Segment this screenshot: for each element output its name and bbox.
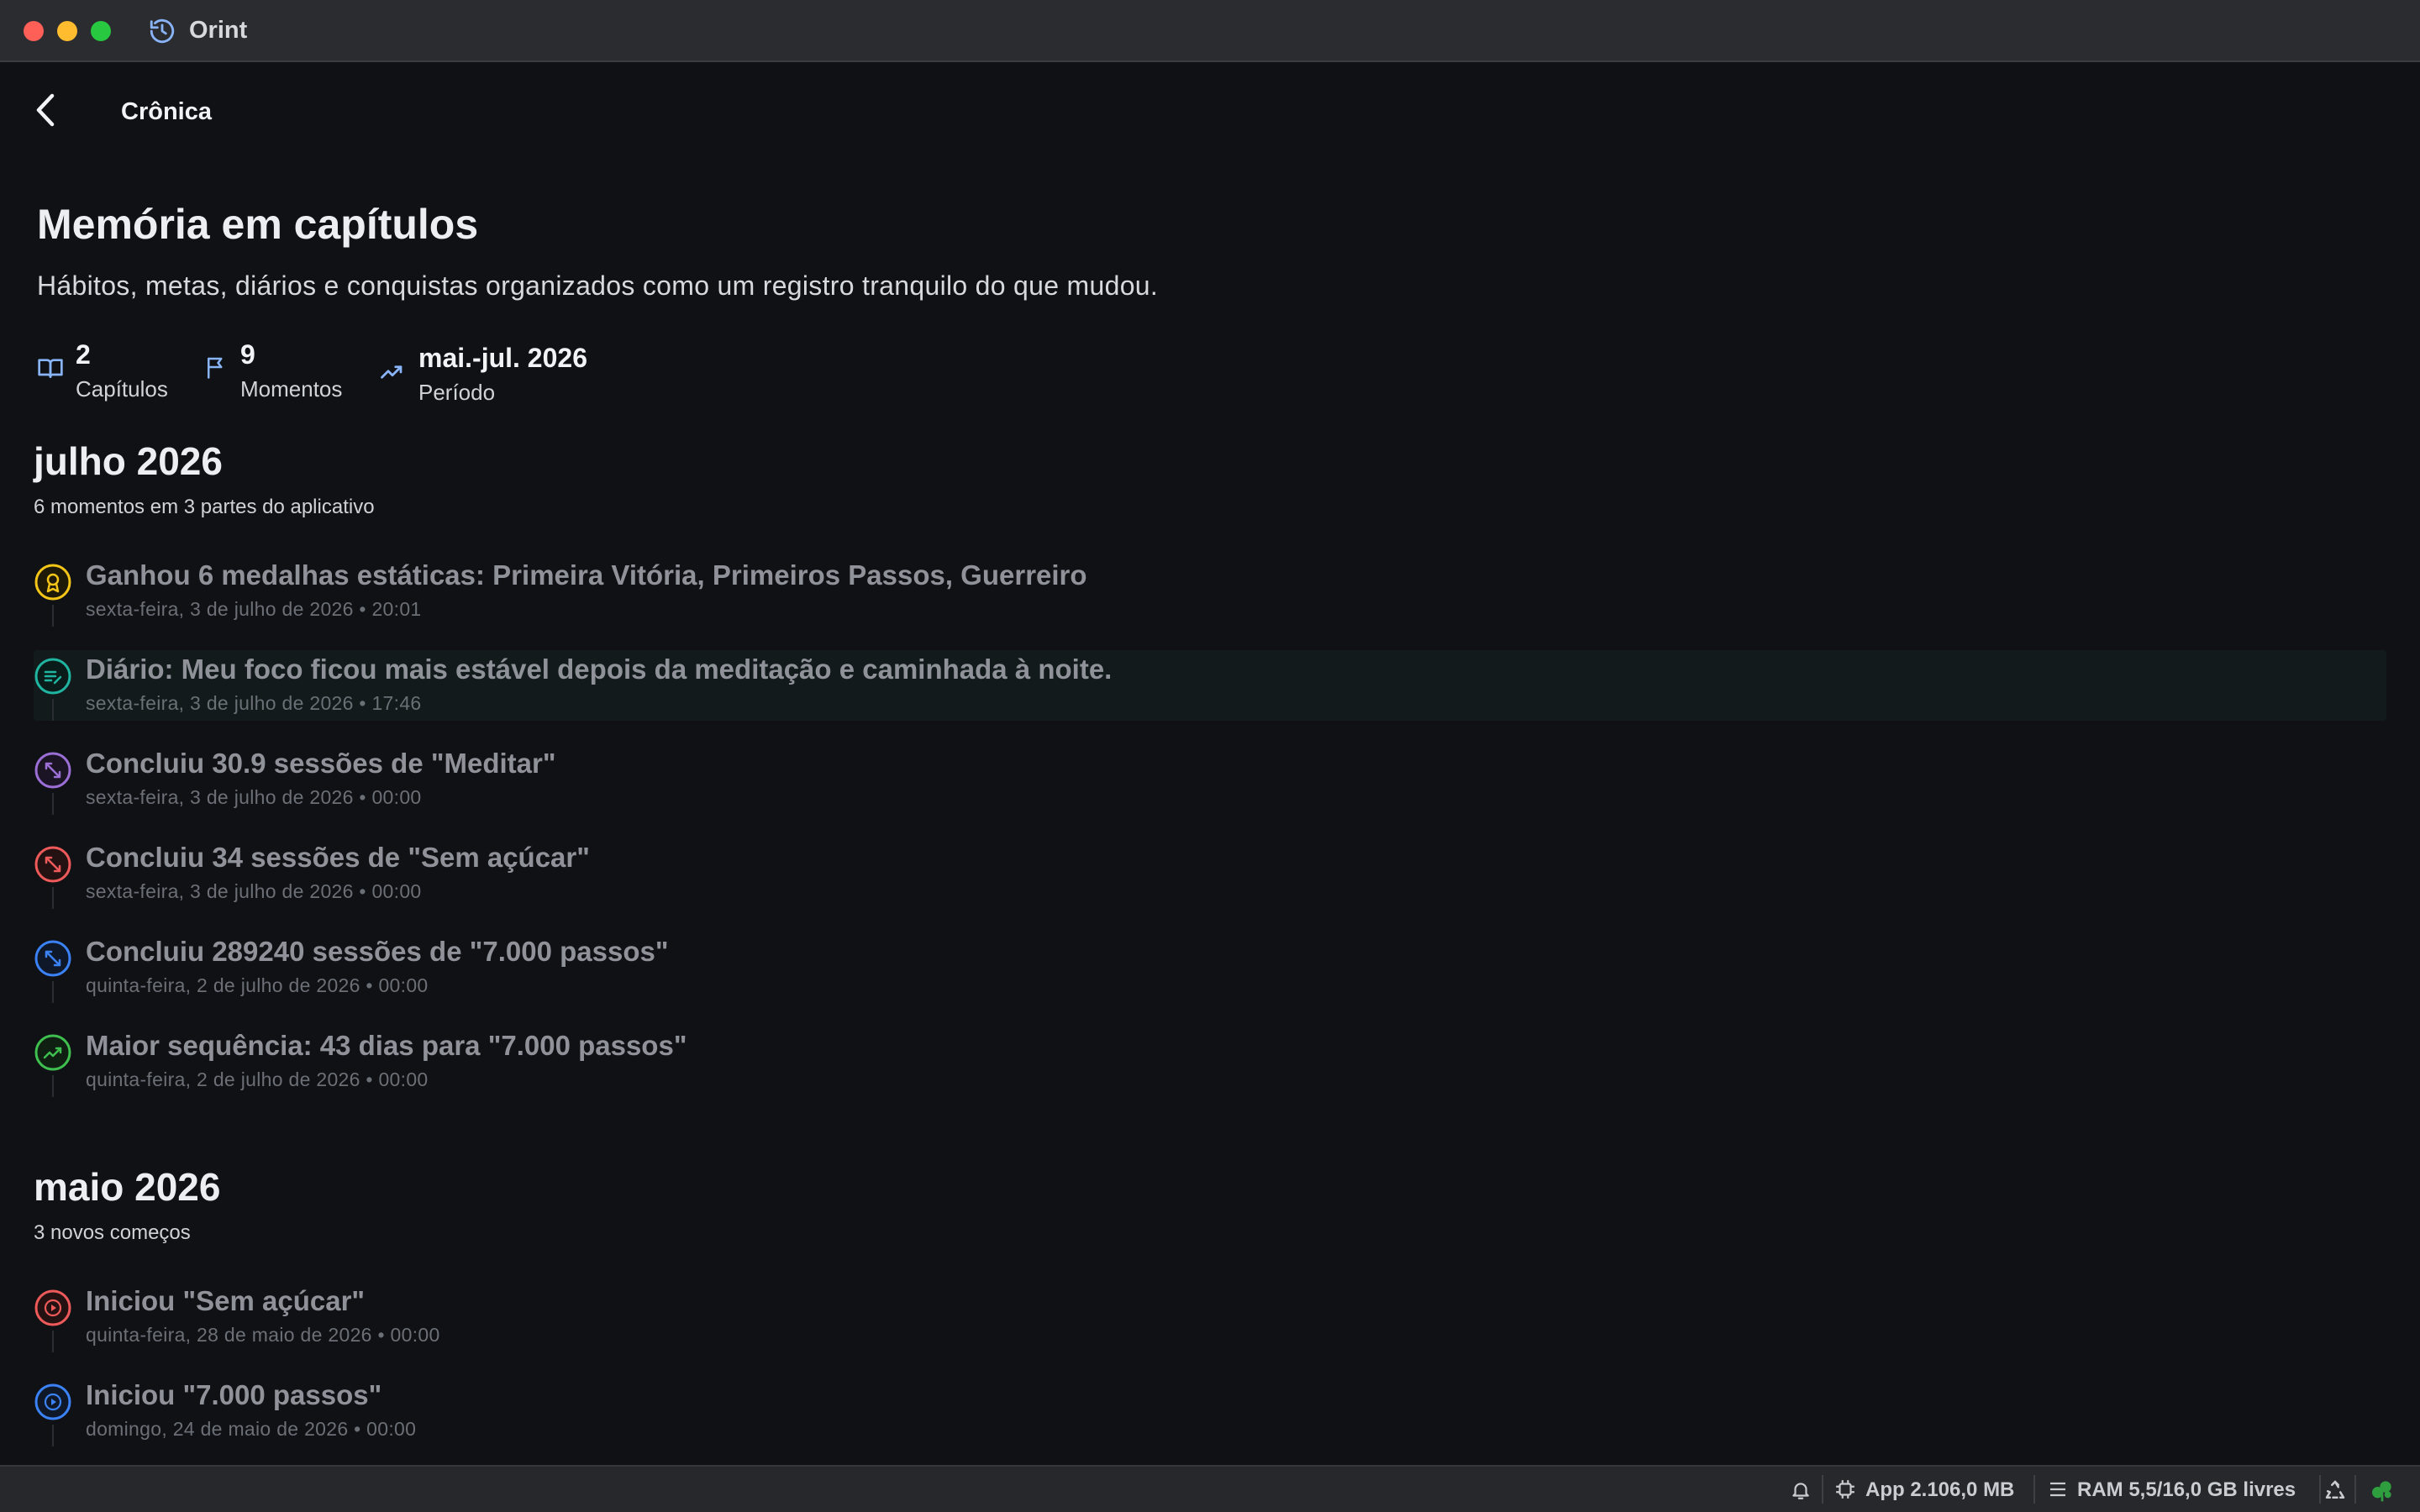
chapter-subtitle: 3 novos começos [34,1221,191,1244]
timeline-connector [52,793,54,815]
chapter-title: julho 2026 [34,439,223,483]
event-title: Concluiu 30.9 sessões de "Meditar" [86,748,556,779]
timeline-connector [52,981,54,1003]
event-title: Diário: Meu foco ficou mais estável depo… [86,654,1113,685]
window-titlebar: Orint [0,0,2420,62]
nav-section-title: Crônica [121,98,212,125]
stat-value: 2 [76,339,91,370]
app-memory-readout: App 2.106,0 MB [1865,1478,2015,1501]
bell-icon[interactable] [1790,1478,1812,1502]
journal-icon [34,658,71,695]
event-date: domingo, 24 de maio de 2026 • 00:00 [86,1418,417,1440]
flag-icon [208,357,223,379]
page-subtitle: Hábitos, metas, diários e conquistas org… [37,270,1159,301]
event-title: Concluiu 34 sessões de "Sem açúcar" [86,842,590,873]
chip-icon [1836,1480,1854,1499]
stat-label: Período [418,380,496,405]
status-separator [2319,1475,2321,1504]
maximize-window-button[interactable] [91,21,111,41]
timeline-connector [52,1425,54,1446]
event-title: Iniciou "Sem açúcar" [86,1285,366,1316]
event-date: quinta-feira, 2 de julho de 2026 • 00:00 [86,1068,429,1090]
timeline-event[interactable]: Concluiu 30.9 sessões de "Meditar" sexta… [34,744,2386,815]
arrows-icon [34,940,71,977]
window-title: Orint [189,17,248,44]
recycle-icon[interactable] [2323,1478,2348,1503]
back-button[interactable] [29,89,66,131]
stat-label: Capítulos [76,376,168,402]
arrows-icon [34,752,71,789]
chapter-subtitle: 6 momentos em 3 partes do aplicativo [34,496,375,518]
timeline-connector [52,887,54,909]
status-separator [2354,1475,2356,1504]
timeline-event[interactable]: Maior sequência: 43 dias para "7.000 pas… [34,1026,2386,1097]
status-separator [2033,1475,2035,1504]
event-date: sexta-feira, 3 de julho de 2026 • 00:00 [86,786,422,808]
event-title: Concluiu 289240 sessões de "7.000 passos… [86,936,669,967]
plant-icon[interactable] [2368,1477,2396,1504]
close-window-button[interactable] [24,21,44,41]
timeline-connector [52,605,54,627]
stat-label: Momentos [240,376,343,402]
arrows-icon [34,846,71,883]
event-title: Ganhou 6 medalhas estáticas: Primeira Vi… [86,559,1087,591]
medal-icon [34,564,71,601]
event-title: Iniciou "7.000 passos" [86,1379,382,1410]
timeline-event[interactable]: Concluiu 34 sessões de "Sem açúcar" sext… [34,838,2386,909]
timeline-connector [52,1331,54,1352]
event-date: sexta-feira, 3 de julho de 2026 • 20:01 [86,598,422,620]
status-bar: App 2.106,0 MB RAM 5,5/16,0 GB livres [0,1465,2420,1512]
timeline-event[interactable]: Concluiu 289240 sessões de "7.000 passos… [34,932,2386,1003]
minimize-window-button[interactable] [57,21,77,41]
timeline-event[interactable]: Iniciou "Sem açúcar" quinta-feira, 28 de… [34,1282,2386,1352]
stat-value: 9 [240,339,255,370]
chapter-title: maio 2026 [34,1165,221,1209]
event-title: Maior sequência: 43 dias para "7.000 pas… [86,1030,687,1061]
trend-icon [34,1034,71,1071]
page-title: Memória em capítulos [37,201,479,248]
server-icon [2050,1482,2065,1497]
book-icon [38,359,63,378]
stat-value: mai.-jul. 2026 [418,343,587,373]
event-date: sexta-feira, 3 de julho de 2026 • 17:46 [86,692,422,714]
trend-icon [381,365,402,379]
timeline-event[interactable]: Diário: Meu foco ficou mais estável depo… [34,650,2386,721]
event-date: quinta-feira, 2 de julho de 2026 • 00:00 [86,974,429,996]
ram-readout: RAM 5,5/16,0 GB livres [2077,1478,2296,1501]
event-date: quinta-feira, 28 de maio de 2026 • 00:00 [86,1324,440,1346]
timeline-connector [52,1075,54,1097]
status-separator [1822,1475,1823,1504]
timeline-event[interactable]: Iniciou "7.000 passos" domingo, 24 de ma… [34,1376,2386,1446]
timeline-connector [52,699,54,721]
play-icon [34,1383,71,1420]
history-icon [150,18,175,44]
event-date: sexta-feira, 3 de julho de 2026 • 00:00 [86,880,422,902]
timeline-event[interactable]: Ganhou 6 medalhas estáticas: Primeira Vi… [34,556,2386,627]
play-icon [34,1289,71,1326]
